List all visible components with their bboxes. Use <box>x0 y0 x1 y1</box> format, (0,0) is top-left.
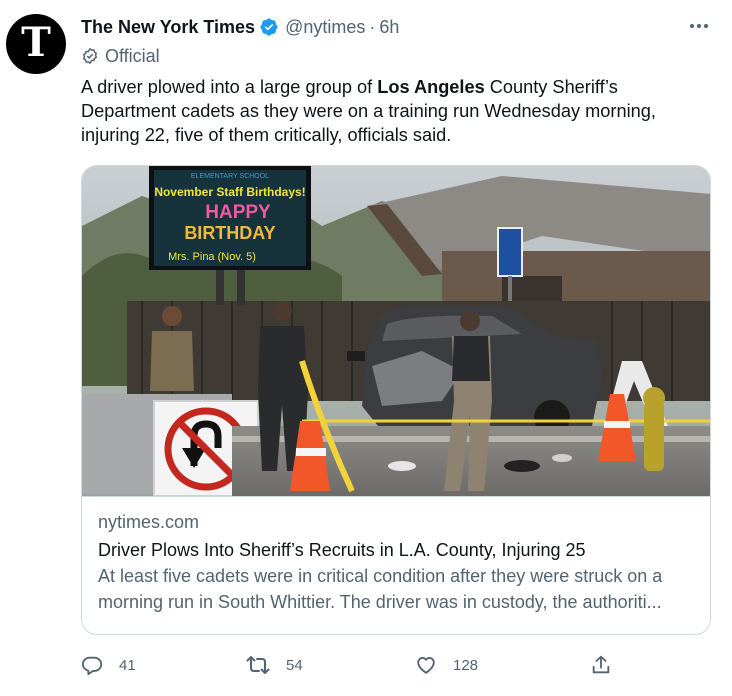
official-label: Official <box>81 45 160 67</box>
reply-count: 41 <box>119 656 136 674</box>
share-button[interactable] <box>590 652 628 678</box>
like-button[interactable]: 128 <box>415 652 478 678</box>
tweet-text: A driver plowed into a large group of Lo… <box>81 75 711 147</box>
separator: · <box>369 16 376 37</box>
card-description-line1: At least five cadets were in critical co… <box>98 566 663 586</box>
photo-sign-line3: BIRTHDAY <box>184 223 275 243</box>
timestamp[interactable]: 6h <box>379 17 399 38</box>
tweet-header: The New York Times @nytimes · 6h <box>81 14 712 40</box>
card-description-line2: morning run in South Whittier. The drive… <box>98 592 662 612</box>
more-icon <box>690 24 708 28</box>
photo-sign-line4: Mrs. Pina (Nov. 5) <box>168 251 256 263</box>
author-name[interactable]: The New York Times <box>81 17 255 38</box>
link-card[interactable]: ELEMENTARY SCHOOL November Staff Birthda… <box>81 165 711 635</box>
photo-sign-line1: November Staff Birthdays! <box>154 185 305 199</box>
retweet-count: 54 <box>286 656 303 674</box>
share-icon <box>592 655 610 674</box>
reply-icon <box>81 656 103 676</box>
author-handle[interactable]: @nytimes <box>285 17 365 38</box>
photo-sign-line2: HAPPY <box>205 202 271 223</box>
official-badge-icon <box>82 47 98 65</box>
tweet-text-part: A driver plowed into a large group of <box>81 77 378 97</box>
verified-badge-icon <box>260 18 278 36</box>
reply-button[interactable]: 41 <box>81 652 136 678</box>
retweet-button[interactable]: 54 <box>246 652 303 678</box>
avatar[interactable]: T <box>6 14 66 74</box>
card-domain: nytimes.com <box>98 512 200 532</box>
card-title: Driver Plows Into Sheriff’s Recruits in … <box>98 540 586 560</box>
card-photo-image: ELEMENTARY SCHOOL November Staff Birthda… <box>82 166 710 496</box>
photo-sign-school: ELEMENTARY SCHOOL <box>191 173 269 180</box>
retweet-icon <box>246 656 270 674</box>
official-text: Official <box>105 45 160 66</box>
like-count: 128 <box>453 656 479 674</box>
card-body[interactable]: nytimes.com Driver Plows Into Sheriff’s … <box>82 496 710 634</box>
more-button[interactable] <box>688 16 710 36</box>
tweet-text-bold[interactable]: Los Angeles <box>377 77 484 97</box>
card-photo[interactable]: ELEMENTARY SCHOOL November Staff Birthda… <box>82 166 710 496</box>
action-bar: 41 54 128 <box>81 652 621 678</box>
avatar-glyph: T <box>21 19 51 66</box>
like-icon <box>417 657 435 674</box>
